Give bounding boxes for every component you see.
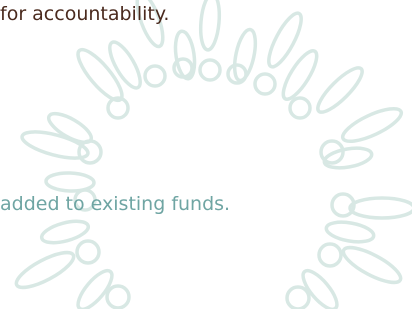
sunburst-ornament-icon [14,0,412,309]
heading-text: for accountability. [0,3,170,25]
accent-text: added to existing funds. [0,193,231,215]
page-canvas: for accountability. added to existing fu… [0,0,412,309]
